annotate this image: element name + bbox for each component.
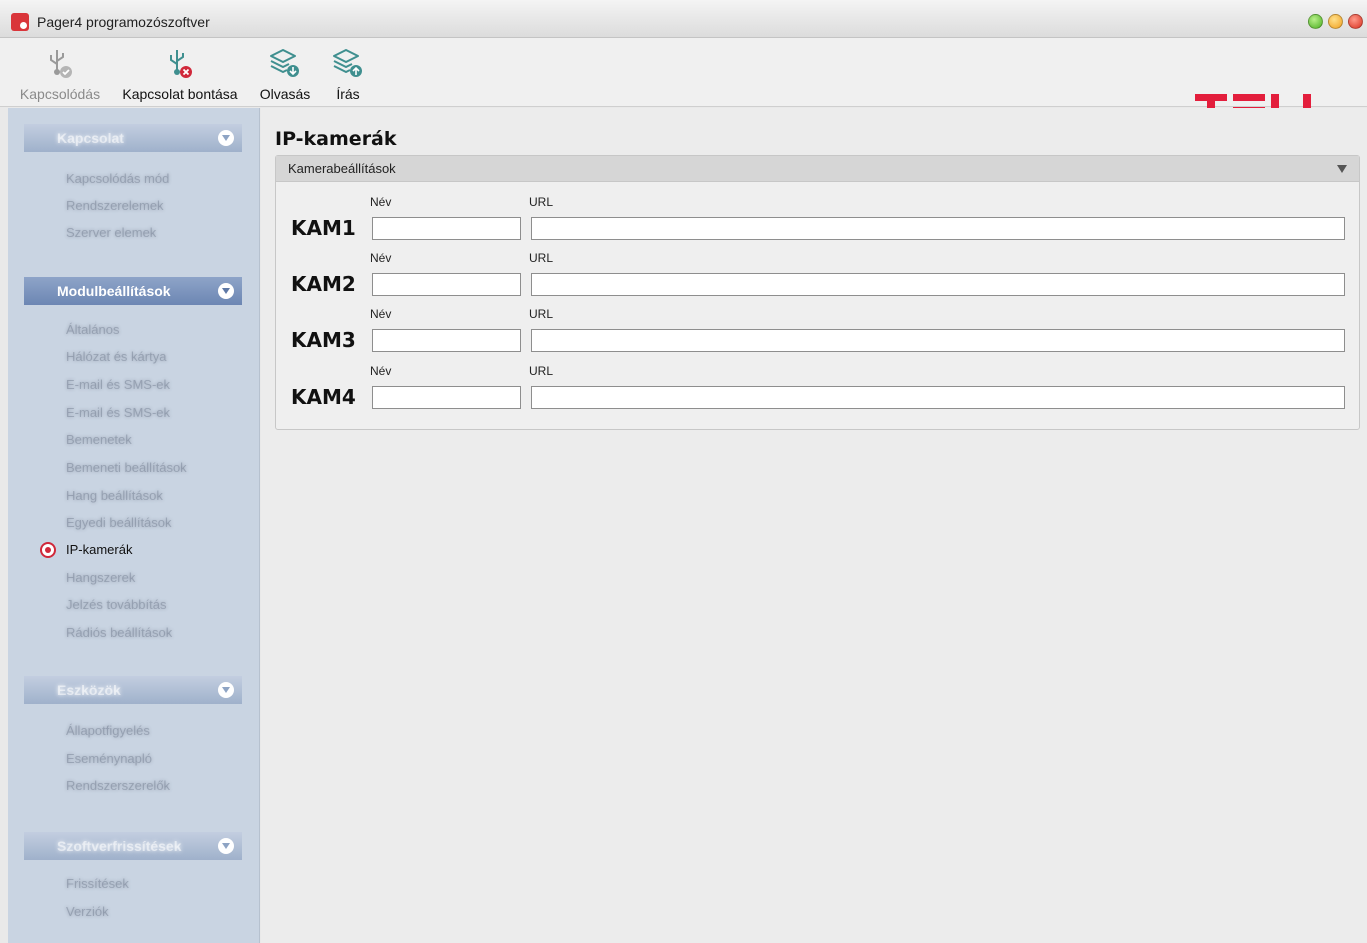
sidebar-header-eszkozok[interactable]: Eszközök xyxy=(24,676,242,704)
sidebar-item[interactable]: E-mail és SMS-ek xyxy=(66,376,170,394)
sidebar-item[interactable]: Rendszerelemek xyxy=(66,197,164,215)
close-button[interactable] xyxy=(1348,14,1363,29)
sidebar-header-label: Modulbeállítások xyxy=(57,283,171,299)
sidebar-item[interactable]: Jelzés továbbítás xyxy=(66,596,166,614)
camera-row: KAM3 Név URL xyxy=(276,307,1359,363)
camera-settings-panel: Kamerabeállítások KAM1 Név URL KAM2 Név … xyxy=(275,155,1360,430)
sidebar-item[interactable]: Szerver elemek xyxy=(66,224,156,242)
sidebar-header-label: Kapcsolat xyxy=(57,130,124,146)
name-label: Név xyxy=(370,251,392,265)
camera-name-input[interactable] xyxy=(372,273,521,296)
sidebar-item[interactable]: Eseménynapló xyxy=(66,750,152,768)
sidebar-header-label: Eszközök xyxy=(57,682,121,698)
window-title: Pager4 programozószoftver xyxy=(37,14,210,30)
sidebar-item[interactable]: Bemeneti beállítások xyxy=(66,459,187,477)
name-label: Név xyxy=(370,364,392,378)
disconnect-button[interactable]: Kapcsolat bontása xyxy=(115,38,245,107)
camera-label: KAM1 xyxy=(291,216,356,240)
sidebar-item-ip-kamerak[interactable]: IP-kamerák xyxy=(66,541,132,559)
sidebar-header-label: Szoftverfrissítések xyxy=(57,838,182,854)
sidebar-item[interactable]: Hangszerek xyxy=(66,569,135,587)
sidebar-item[interactable]: Kapcsolódás mód xyxy=(66,170,169,188)
chevron-down-icon xyxy=(218,682,234,698)
write-button[interactable]: Írás xyxy=(322,38,374,107)
camera-row: KAM2 Név URL xyxy=(276,251,1359,307)
camera-url-input[interactable] xyxy=(531,329,1345,352)
camera-url-input[interactable] xyxy=(531,217,1345,240)
camera-name-input[interactable] xyxy=(372,329,521,352)
main-content: IP-kamerák Kamerabeállítások KAM1 Név UR… xyxy=(261,108,1367,943)
sidebar-item[interactable]: Hang beállítások xyxy=(66,487,163,505)
camera-label: KAM4 xyxy=(291,385,356,409)
name-label: Név xyxy=(370,195,392,209)
usb-disconnect-icon xyxy=(170,50,192,78)
camera-row: KAM4 Név URL xyxy=(276,364,1359,420)
connect-label: Kapcsolódás xyxy=(19,86,101,102)
read-button[interactable]: Olvasás xyxy=(255,38,315,107)
camera-name-input[interactable] xyxy=(372,217,521,240)
sidebar-item[interactable]: Állapotfigyelés xyxy=(66,722,150,740)
sidebar-header-modulbeallitasok[interactable]: Modulbeállítások xyxy=(24,277,242,305)
write-label: Írás xyxy=(336,86,360,102)
camera-url-input[interactable] xyxy=(531,273,1345,296)
title-bar: Pager4 programozószoftver xyxy=(0,0,1367,38)
url-label: URL xyxy=(529,307,554,321)
sidebar-item[interactable]: Verziók xyxy=(66,903,109,921)
url-label: URL xyxy=(529,195,554,209)
sidebar-item[interactable]: Hálózat és kártya xyxy=(66,348,166,366)
camera-name-input[interactable] xyxy=(372,386,521,409)
page-title: IP-kamerák xyxy=(275,128,397,150)
sidebar-item[interactable]: Bemenetek xyxy=(66,431,132,449)
minimize-button[interactable] xyxy=(1308,14,1323,29)
connect-button[interactable]: Kapcsolódás xyxy=(15,38,105,107)
read-label: Olvasás xyxy=(259,86,311,102)
url-label: URL xyxy=(529,251,554,265)
panel-title: Kamerabeállítások xyxy=(288,161,396,176)
camera-label: KAM2 xyxy=(291,272,356,296)
app-icon xyxy=(11,13,29,31)
usb-connect-icon xyxy=(50,50,72,78)
camera-row: KAM1 Név URL xyxy=(276,195,1359,251)
sidebar-item[interactable]: Frissítések xyxy=(66,875,129,893)
sidebar: Kapcsolat Kapcsolódás mód Rendszerelemek… xyxy=(8,108,260,943)
maximize-button[interactable] xyxy=(1328,14,1343,29)
sidebar-header-kapcsolat[interactable]: Kapcsolat xyxy=(24,124,242,152)
sidebar-item[interactable]: Egyedi beállítások xyxy=(66,514,172,532)
sidebar-item[interactable]: Rádiós beállítások xyxy=(66,624,172,642)
chevron-down-icon xyxy=(218,130,234,146)
toolbar: Kapcsolódás Kapcsolat bontása Olvasás Ír… xyxy=(0,38,1367,128)
url-label: URL xyxy=(529,364,554,378)
selected-radio-icon xyxy=(40,542,56,558)
write-layers-icon xyxy=(333,49,362,77)
sidebar-item[interactable]: Általános xyxy=(66,321,119,339)
chevron-down-icon xyxy=(218,283,234,299)
name-label: Név xyxy=(370,307,392,321)
sidebar-header-szoftverfrissitesek[interactable]: Szoftverfrissítések xyxy=(24,832,242,860)
camera-url-input[interactable] xyxy=(531,386,1345,409)
read-layers-icon xyxy=(270,49,299,77)
panel-header[interactable]: Kamerabeállítások xyxy=(276,156,1359,182)
sidebar-item[interactable]: E-mail és SMS-ek xyxy=(66,404,170,422)
collapse-caret-icon[interactable] xyxy=(1337,165,1347,173)
camera-label: KAM3 xyxy=(291,328,356,352)
disconnect-label: Kapcsolat bontása xyxy=(122,86,238,102)
chevron-down-icon xyxy=(218,838,234,854)
sidebar-item[interactable]: Rendszerszerelők xyxy=(66,777,170,795)
